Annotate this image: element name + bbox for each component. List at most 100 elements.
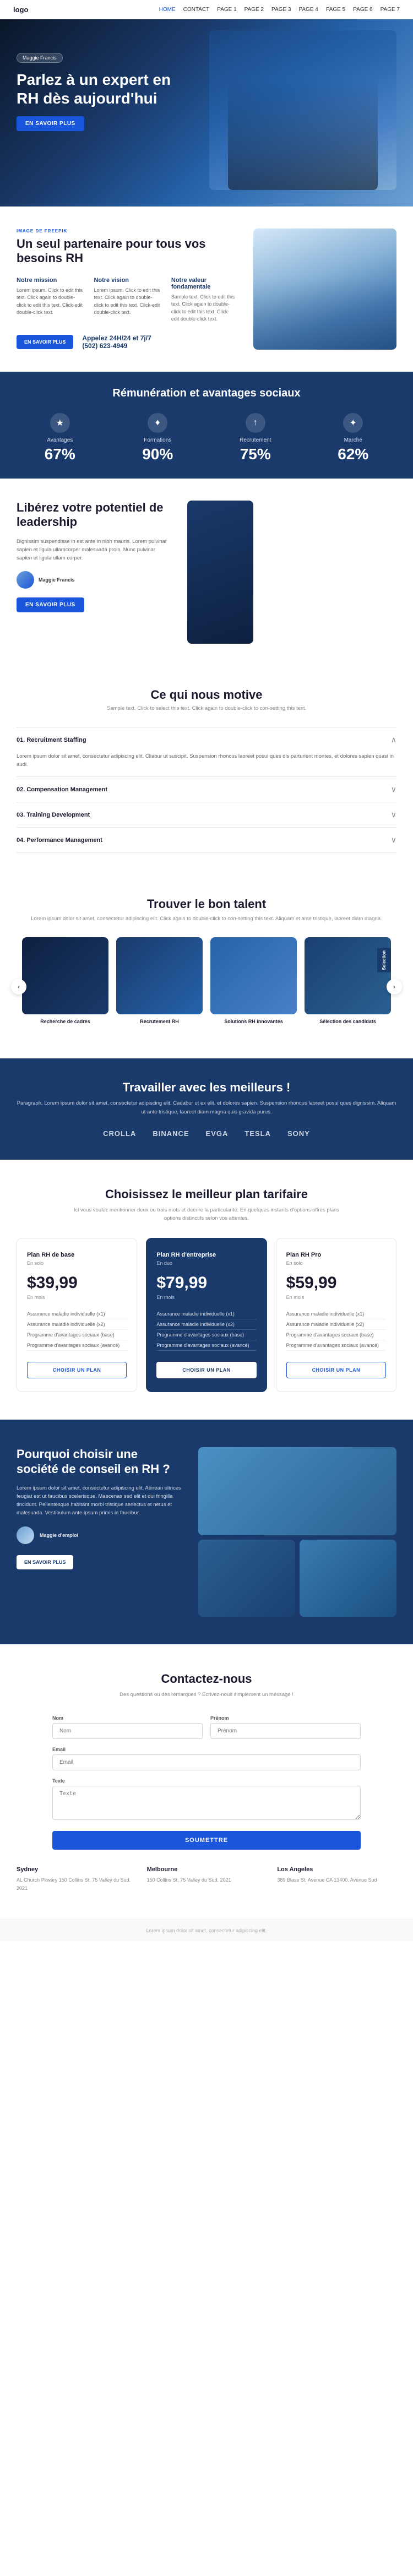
brand-crolla: CROLLA [103,1129,136,1138]
office-address-2: 389 Blase St. Avenue CA 13400. Avenue Su… [277,1876,396,1884]
accordion-item-2: 03. Training Development ∨ [17,802,396,828]
hero-section: Maggie Francis Parlez à un expert en RH … [0,19,413,206]
accordion-toggle-1: ∨ [391,785,396,794]
form-row-2: Email [52,1747,361,1770]
nav-page2[interactable]: PAGE 2 [244,7,264,13]
nav-home[interactable]: HOME [159,7,176,13]
find-talent-title: Trouver le bon talent [17,897,396,911]
plan-features-2: Assurance maladie individuelle (x1) Assu… [286,1309,386,1351]
form-group-surname: Prénom [210,1715,361,1739]
col1-text: Lorem ipsum. Click to edit this text. Cl… [17,287,83,317]
accordion-toggle-0: ∧ [391,735,396,744]
partner-left: Image de Freepik Un seul partenaire pour… [17,229,237,350]
leadership-text: Dignissim suspendisse in est ante in nib… [17,537,171,563]
formations-label: Formations [144,437,171,443]
nav-page7[interactable]: PAGE 7 [381,7,400,13]
nav-page6[interactable]: PAGE 6 [353,7,372,13]
accordion-title-0: 01. Recruitment Staffing [17,737,86,743]
partner-btn[interactable]: EN SAVOIR PLUS [17,335,73,349]
form-group-name: Nom [52,1715,203,1739]
form-textarea-message[interactable] [52,1786,361,1820]
form-input-name[interactable] [52,1723,203,1739]
partner-columns: Notre mission Lorem ipsum. Click to edit… [17,277,237,323]
recrutement-value: 75% [240,445,271,463]
office-melbourne: Melbourne 150 Collins St, 75 Valley du S… [147,1866,267,1892]
stat-recrutement: ↑ Recrutement 75% [212,413,299,463]
cards-row: Recherche de cadres Recrutement RH Solut… [22,937,391,1036]
form-input-email[interactable] [52,1754,361,1770]
hero-badge: Maggie Francis [17,53,63,63]
find-talent-section: Trouver le bon talent Lorem ipsum dolor … [0,875,413,1058]
author-avatar [17,571,34,589]
recrutement-label: Recrutement [240,437,271,443]
formations-value: 90% [142,445,173,463]
hero-cta-button[interactable]: EN SAVOIR PLUS [17,116,84,131]
nav-page1[interactable]: PAGE 1 [217,7,236,13]
footer: Lorem ipsum dolor sit amet, consectetur … [0,1920,413,1941]
why-author: Maggie d'emploi [17,1526,182,1544]
accordion-header-3[interactable]: 04. Performance Management ∨ [17,828,396,852]
leadership-author: Maggie Francis [17,571,171,589]
pricing-subtitle: Ici vous voulez mentionner deux ou trois… [69,1206,344,1222]
plan-btn-1[interactable]: CHOISIR UN PLAN [156,1362,256,1378]
plan-price-2: $59,99 [286,1274,386,1292]
pricing-title: Choisissez le meilleur plan tarifaire [17,1187,396,1202]
plan-btn-2[interactable]: CHOISIR UN PLAN [286,1362,386,1378]
brand-tesla: TESLA [244,1129,271,1138]
feature-2-2: Assurance maladie individuelle (x2) [286,1319,386,1330]
accordion-toggle-3: ∨ [391,835,396,845]
office-address-0: AL Church Pkwary 150 Collins St, 75 Vall… [17,1876,136,1892]
leadership-btn[interactable]: EN SAVOIR PLUS [17,597,84,612]
accordion-title-3: 04. Performance Management [17,837,102,844]
brand-binance: BINANCE [153,1129,189,1138]
find-talent-subtitle: Lorem ipsum dolor sit amet, consectetur … [17,916,396,922]
feature-0-4: Programme d'avantages sociaux (base) [27,1330,127,1340]
office-city-1: Melbourne [147,1866,267,1873]
card-1: Recrutement RH [116,937,203,1036]
motivates-section: Ce qui nous motive Sample text. Click to… [0,666,413,875]
form-submit-button[interactable]: SOUMETTRE [52,1831,361,1850]
slider-next-button[interactable]: › [387,979,402,994]
nav-page3[interactable]: PAGE 3 [271,7,291,13]
nav-page4[interactable]: PAGE 4 [298,7,318,13]
accordion-header-2[interactable]: 03. Training Development ∨ [17,802,396,827]
phone-label: Appelez 24H/24 et 7j/7 [82,334,151,342]
leadership-title: Libérez votre potentiel de leadership [17,501,171,530]
nav-page5[interactable]: PAGE 5 [326,7,345,13]
avantages-label: Avantages [47,437,73,443]
work-best-section: Travailler avec les meilleurs ! Paragrap… [0,1058,413,1159]
accordion-item-1: 02. Compensation Management ∨ [17,777,396,802]
plan-name-1: Plan RH d'entreprise [156,1252,256,1258]
form-input-surname[interactable] [210,1723,361,1739]
nav-contact[interactable]: CONTACT [183,7,210,13]
nav-links: HOME CONTACT PAGE 1 PAGE 2 PAGE 3 PAGE 4… [159,7,400,13]
office-city-0: Sydney [17,1866,136,1873]
stats-title: Rémunération et avantages sociaux [17,387,396,400]
accordion-header-0[interactable]: 01. Recruitment Staffing ∧ [17,727,396,752]
partner-actions: EN SAVOIR PLUS Appelez 24H/24 et 7j/7 (5… [17,334,237,350]
contact-form: Nom Prénom Email Texte SOUMETTRE [52,1715,361,1850]
accordion-header-1[interactable]: 02. Compensation Management ∨ [17,777,396,802]
stats-section: Rémunération et avantages sociaux ★ Avan… [0,372,413,479]
plan-btn-0[interactable]: CHOISIR UN PLAN [27,1362,127,1378]
why-choose-section: Pourquoi choisir une société de conseil … [0,1420,413,1644]
col2-title: Notre vision [94,277,160,284]
why-btn[interactable]: EN SAVOIR PLUS [17,1555,73,1569]
plan-tagline-2: En solo [286,1260,386,1266]
partner-right [253,229,396,350]
slider-prev-button[interactable]: ‹ [11,979,26,994]
pricing-section: Choisissez le meilleur plan tarifaire Ic… [0,1160,413,1420]
accordion-body-0: Lorem ipsum dolor sit amet, consectetur … [17,752,396,776]
form-label-message: Texte [52,1778,361,1784]
why-img-right [300,1540,396,1617]
col2-text: Lorem ipsum. Click to edit this text. Cl… [94,287,160,317]
feature-1-4: Programme d'avantages sociaux (base) [156,1330,256,1340]
accordion-title-1: 02. Compensation Management [17,786,107,793]
why-img-main [198,1447,396,1535]
form-label-email: Email [52,1747,361,1752]
contact-subtitle: Des questions ou des remarques ? Écrivez… [91,1691,322,1699]
why-left: Pourquoi choisir une société de conseil … [17,1447,182,1569]
accordion: 01. Recruitment Staffing ∧ Lorem ipsum d… [17,727,396,853]
partner-section: Image de Freepik Un seul partenaire pour… [0,206,413,372]
plan-period-0: En mois [27,1295,127,1300]
